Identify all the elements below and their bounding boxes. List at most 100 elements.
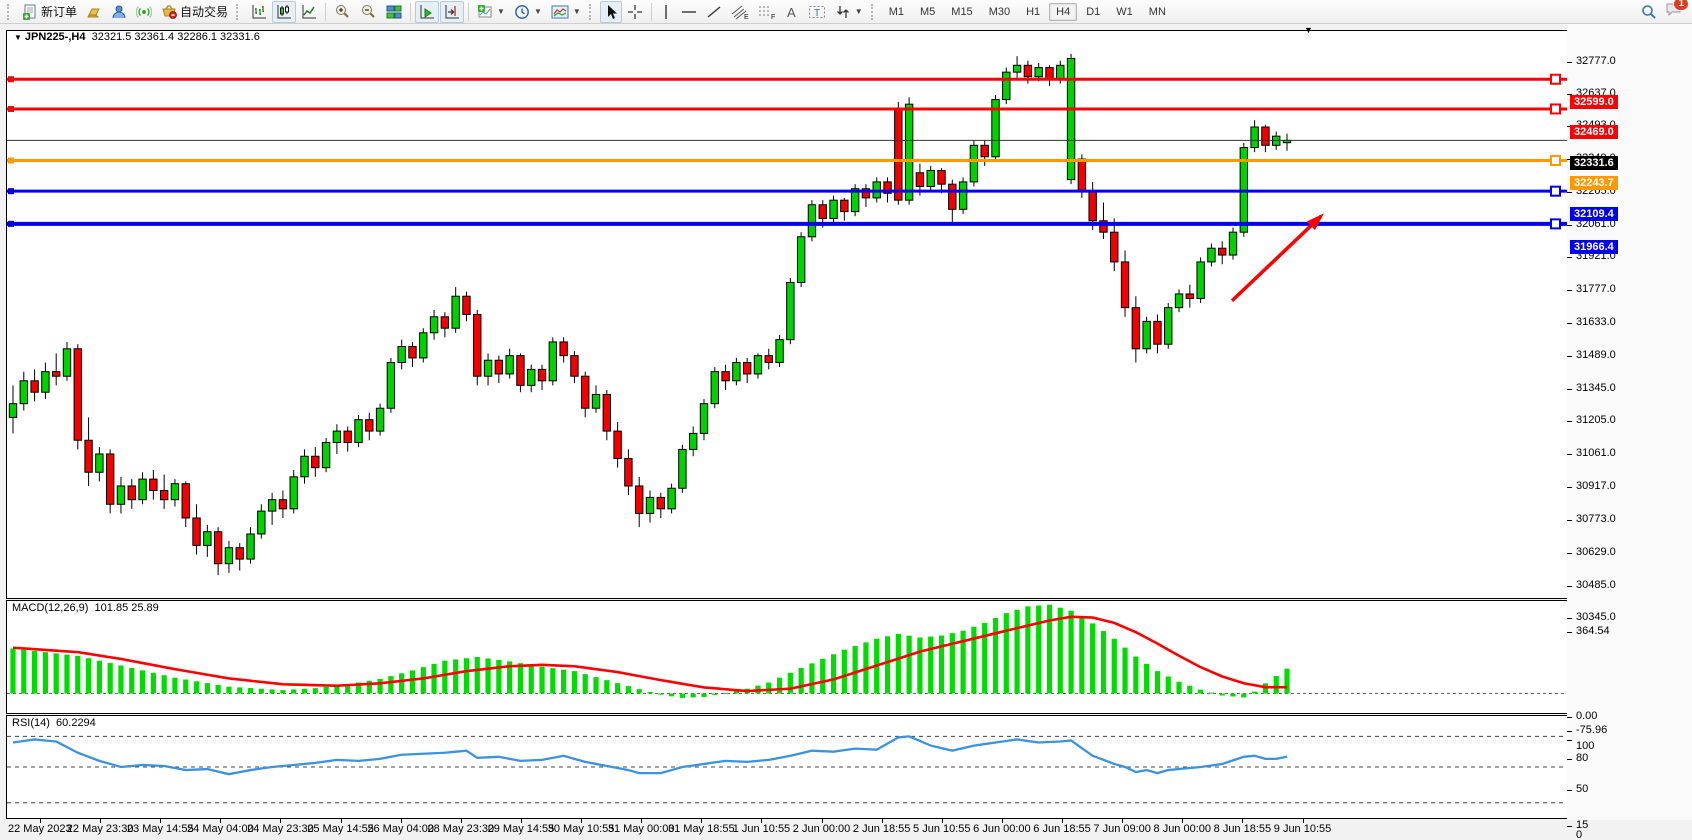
price-tick-label: 30917.0 (1576, 480, 1616, 492)
time-tick-label: 24 May 23:30 (247, 823, 314, 835)
horizontal-line-button[interactable] (677, 1, 701, 23)
arrows-button[interactable]: ▼ (831, 1, 867, 23)
rsi-label: RSI(14) (12, 717, 50, 729)
toolbar-grip (7, 4, 14, 20)
main-price-chart[interactable] (6, 30, 1568, 599)
chart-shift-marker[interactable]: ▼ (1304, 25, 1313, 35)
time-axis[interactable]: 22 May 202322 May 23:3023 May 14:5524 Ma… (6, 819, 1567, 838)
fibonacci-button[interactable]: F (754, 1, 780, 23)
trendline-button[interactable] (702, 1, 726, 23)
time-tick-label: 1 Jun 10:55 (733, 823, 791, 835)
rsi-tick-label: 50 (1576, 783, 1588, 795)
timeframe-button-m5[interactable]: M5 (913, 3, 942, 21)
dropdown-caret: ▼ (573, 7, 581, 16)
timeframe-button-m1[interactable]: M1 (882, 3, 911, 21)
price-level-badge: 32599.0 (1570, 95, 1618, 109)
time-tick-label: 2 Jun 18:55 (853, 823, 911, 835)
search-icon[interactable] (1641, 4, 1657, 20)
timeframe-button-mn[interactable]: MN (1142, 3, 1173, 21)
price-level-badge: 32243.7 (1570, 176, 1618, 190)
zoom-out-button[interactable] (356, 1, 381, 23)
axis-tick (1567, 520, 1572, 521)
chart-symbol-title: ▼JPN225-,H4 32321.5 32361.4 32286.1 3233… (14, 31, 260, 43)
gold-icon (86, 4, 102, 20)
macd-title: MACD(12,26,9) 101.85 25.89 (12, 602, 159, 614)
community-button[interactable] (107, 1, 131, 23)
price-tick-label: 31633.0 (1576, 316, 1616, 328)
axis-tick (1567, 389, 1572, 390)
templates-button[interactable]: ▼ (547, 1, 585, 23)
axis-tick (1567, 826, 1572, 827)
mt4-terminal: 新订单 (0, 0, 1692, 840)
price-axis[interactable]: 32599.032469.032243.732109.431966.432331… (1567, 24, 1692, 820)
candlestick-chart-button[interactable] (272, 1, 296, 23)
crosshair-button[interactable] (623, 1, 647, 23)
time-tick-label: 5 Jun 10:55 (913, 823, 971, 835)
trendline-icon (706, 4, 722, 20)
tile-windows-icon (386, 4, 402, 20)
time-tick-label: 7 Jun 09:00 (1093, 823, 1151, 835)
macd-label: MACD(12,26,9) (12, 602, 88, 614)
vertical-line-button[interactable] (656, 1, 676, 23)
text-button[interactable]: A (781, 1, 803, 23)
price-tick-label: 31205.0 (1576, 414, 1616, 426)
gold-chart-button[interactable] (82, 1, 106, 23)
rsi-title: RSI(14) 60.2294 (12, 717, 96, 729)
new-order-button[interactable]: 新订单 (18, 1, 81, 23)
arrows-icon (835, 4, 851, 20)
periods-button[interactable]: ▼ (510, 1, 546, 23)
bar-chart-button[interactable] (247, 1, 271, 23)
cursor-button[interactable] (600, 1, 622, 23)
zoom-in-button[interactable] (330, 1, 355, 23)
text-label-icon: T (808, 4, 826, 20)
time-tick-label: 31 May 00:00 (608, 823, 675, 835)
svg-text:E: E (744, 14, 749, 20)
indicators-button[interactable]: ▼ (473, 1, 509, 23)
axis-tick (1567, 553, 1572, 554)
axis-tick (1567, 454, 1572, 455)
timeframe-button-m30[interactable]: M30 (982, 3, 1017, 21)
new-order-label: 新订单 (41, 3, 77, 20)
signals-button[interactable] (132, 1, 156, 23)
chart-shift-button[interactable] (440, 1, 464, 23)
svg-text:F: F (771, 14, 775, 20)
chart-shift-icon (444, 4, 460, 20)
notifications-button[interactable]: 1 (1665, 2, 1682, 22)
timeframe-button-m15[interactable]: M15 (944, 3, 979, 21)
axis-tick (1567, 717, 1572, 718)
time-tick-label: 30 May 10:55 (548, 823, 615, 835)
timeframe-group: M1M5M15M30H1H4D1W1MN (882, 3, 1173, 21)
macd-tick-label: 364.54 (1576, 625, 1610, 637)
ohlc-values: 32321.5 32361.4 32286.1 32331.6 (92, 31, 260, 43)
dropdown-caret: ▼ (497, 7, 505, 16)
horizontal-line-icon (681, 4, 697, 20)
candlestick-chart-icon (276, 4, 292, 20)
price-tick-label: 30629.0 (1576, 546, 1616, 558)
price-tick-label: 31345.0 (1576, 382, 1616, 394)
price-tick-label: 30773.0 (1576, 513, 1616, 525)
axis-tick (1567, 731, 1572, 732)
price-tick-label: 31489.0 (1576, 349, 1616, 361)
timeframe-button-w1[interactable]: W1 (1109, 3, 1140, 21)
templates-icon (551, 4, 569, 20)
collapse-triangle-icon: ▼ (14, 33, 22, 42)
line-chart-button[interactable] (297, 1, 321, 23)
auto-scroll-button[interactable] (415, 1, 439, 23)
timeframe-button-h4[interactable]: H4 (1049, 3, 1077, 21)
cursor-icon (604, 4, 618, 20)
time-tick-label: 26 May 04:00 (367, 823, 434, 835)
autotrading-button[interactable]: 自动交易 (157, 1, 232, 23)
fibonacci-icon: F (758, 4, 776, 20)
macd-indicator-panel[interactable] (6, 600, 1568, 714)
community-icon (111, 4, 127, 20)
equidistant-channel-button[interactable]: E (727, 1, 753, 23)
text-label-button[interactable]: T (804, 1, 830, 23)
timeframe-button-h1[interactable]: H1 (1019, 3, 1047, 21)
timeframe-button-d1[interactable]: D1 (1079, 3, 1107, 21)
macd-values: 101.85 25.89 (95, 602, 159, 614)
svg-text:T: T (814, 8, 820, 19)
rsi-indicator-panel[interactable] (6, 715, 1568, 819)
toolbar-grip (236, 4, 243, 20)
tile-windows-button[interactable] (382, 1, 406, 23)
dropdown-caret: ▼ (855, 7, 863, 16)
